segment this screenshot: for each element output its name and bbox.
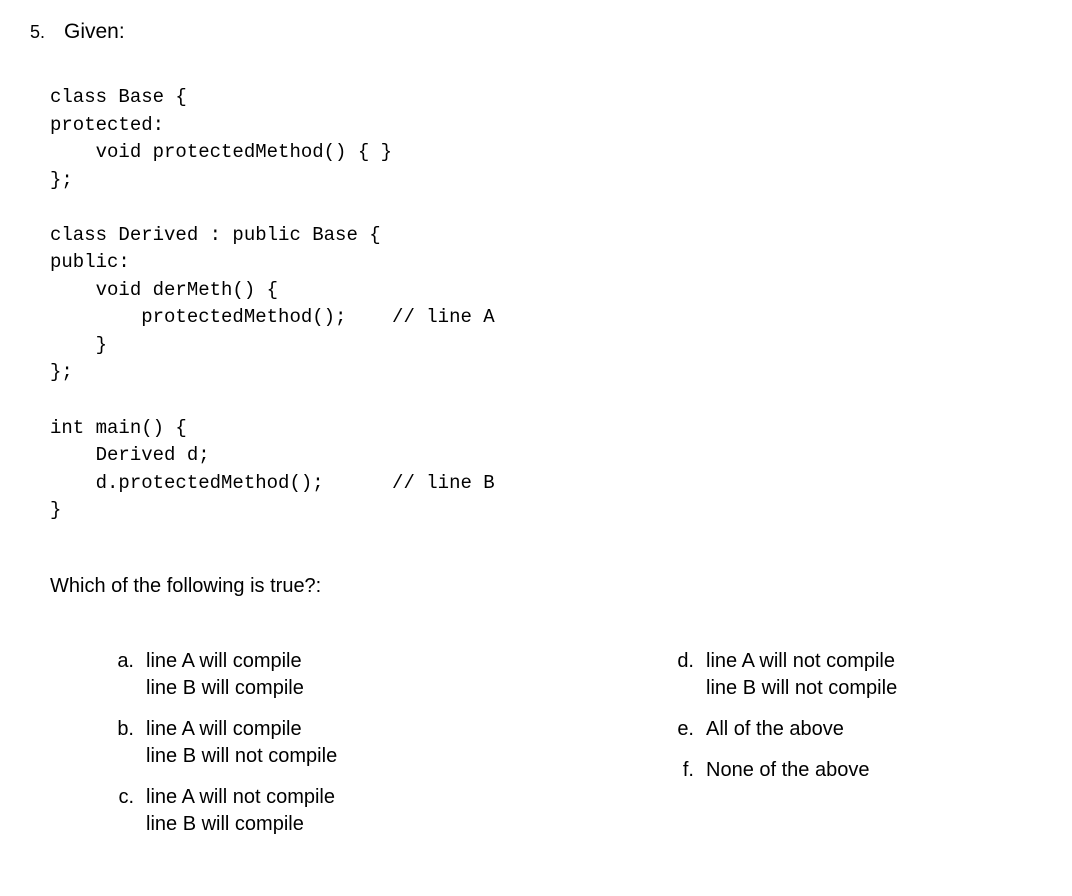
option-e: e. All of the above — [660, 716, 1040, 743]
code-block: class Base { protected: void protectedMe… — [50, 84, 1042, 525]
option-marker: f. — [660, 757, 706, 784]
options-right-column: d. line A will not compile line B will n… — [660, 648, 1040, 852]
option-marker: c. — [100, 784, 146, 811]
options-left-column: a. line A will compile line B will compi… — [100, 648, 660, 852]
question-number: 5. — [30, 22, 52, 43]
option-marker: e. — [660, 716, 706, 743]
option-marker: b. — [100, 716, 146, 743]
option-d: d. line A will not compile line B will n… — [660, 648, 1040, 702]
option-text: line A will not compile line B will comp… — [146, 784, 335, 838]
option-marker: a. — [100, 648, 146, 675]
option-c: c. line A will not compile line B will c… — [100, 784, 660, 838]
option-text: None of the above — [706, 757, 869, 784]
option-text: All of the above — [706, 716, 844, 743]
options-container: a. line A will compile line B will compi… — [100, 648, 1042, 852]
question-title: Given: — [64, 20, 125, 44]
option-f: f. None of the above — [660, 757, 1040, 784]
option-b: b. line A will compile line B will not c… — [100, 716, 660, 770]
question-header: 5. Given: — [30, 20, 1042, 44]
option-a: a. line A will compile line B will compi… — [100, 648, 660, 702]
option-marker: d. — [660, 648, 706, 675]
option-text: line A will compile line B will not comp… — [146, 716, 337, 770]
question-prompt: Which of the following is true?: — [50, 575, 1042, 598]
option-text: line A will not compile line B will not … — [706, 648, 897, 702]
option-text: line A will compile line B will compile — [146, 648, 304, 702]
